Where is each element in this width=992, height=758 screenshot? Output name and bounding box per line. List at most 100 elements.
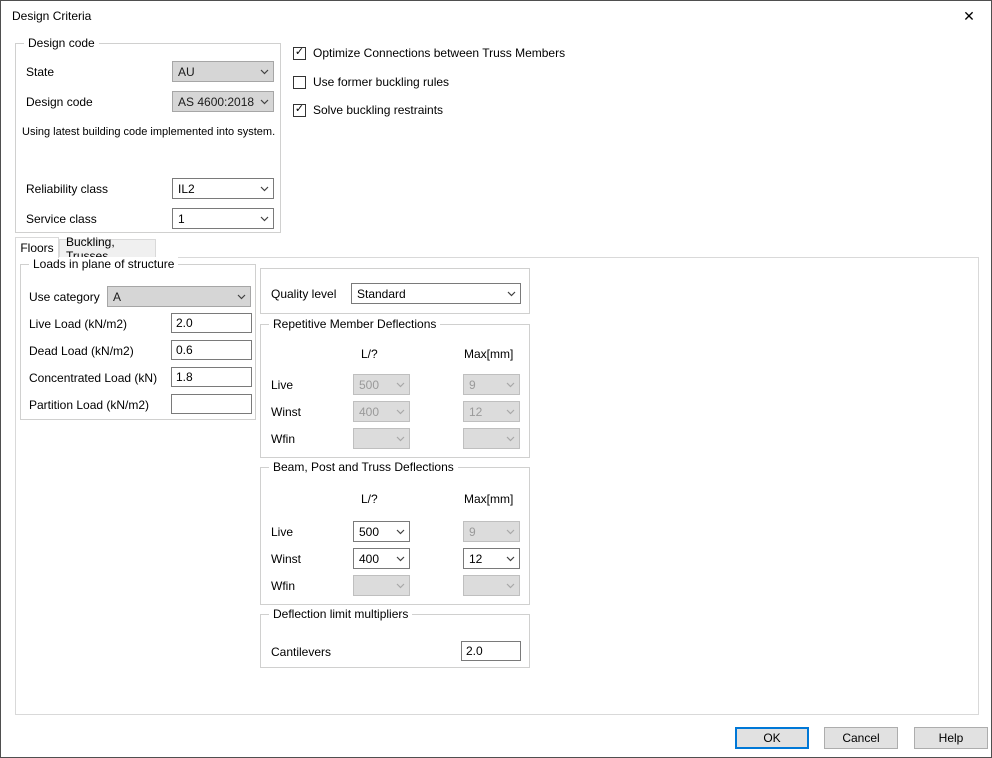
chevron-down-icon [502, 583, 519, 589]
beam-winst-l-value: 400 [354, 552, 392, 566]
chevron-down-icon [392, 556, 409, 562]
reliability-class-label: Reliability class [26, 182, 108, 196]
design-code-label: Design code [26, 95, 93, 109]
quality-level-value: Standard [352, 287, 503, 301]
beam-deflections-title: Beam, Post and Truss Deflections [269, 460, 458, 474]
chevron-down-icon [256, 69, 273, 75]
tab-floors[interactable]: Floors [15, 237, 59, 258]
chevron-down-icon [233, 294, 250, 300]
col-header-max: Max[mm] [464, 492, 513, 506]
chevron-down-icon [256, 216, 273, 222]
deflection-multipliers-title: Deflection limit multipliers [269, 607, 412, 621]
repetitive-wfin-l-select [353, 428, 410, 449]
beam-winst-l-select[interactable]: 400 [353, 548, 410, 569]
cancel-button[interactable]: Cancel [824, 727, 898, 749]
cantilevers-input[interactable] [461, 641, 521, 661]
chevron-down-icon [392, 436, 409, 442]
design-criteria-dialog: Design Criteria ✕ Design code State AU D… [0, 0, 992, 758]
dead-load-label: Dead Load (kN/m2) [29, 344, 134, 358]
window-title: Design Criteria [12, 9, 91, 23]
beam-wfin-max-select [463, 575, 520, 596]
checkmark-icon: ✓ [295, 104, 304, 115]
repetitive-live-l-select: 500 [353, 374, 410, 395]
use-category-label: Use category [29, 290, 100, 304]
quality-level-label: Quality level [271, 287, 336, 301]
concentrated-load-input[interactable] [171, 367, 252, 387]
chevron-down-icon [256, 186, 273, 192]
title-bar: Design Criteria ✕ [1, 1, 991, 31]
repetitive-deflections-group: Repetitive Member Deflections L/? Max[mm… [260, 324, 530, 458]
design-code-group: Design code State AU Design code AS 4600… [15, 43, 281, 233]
repetitive-winst-label: Winst [271, 405, 301, 419]
beam-wfin-l-select [353, 575, 410, 596]
deflection-multipliers-group: Deflection limit multipliers Cantilevers [260, 614, 530, 668]
floors-tab-pane: Loads in plane of structure Use category… [15, 257, 979, 715]
repetitive-live-max-value: 9 [464, 378, 502, 392]
cantilevers-label: Cantilevers [271, 645, 331, 659]
beam-winst-label: Winst [271, 552, 301, 566]
reliability-class-select[interactable]: IL2 [172, 178, 274, 199]
live-load-label: Live Load (kN/m2) [29, 317, 127, 331]
chevron-down-icon [502, 529, 519, 535]
former-buckling-rules-label: Use former buckling rules [313, 75, 449, 89]
chevron-down-icon [256, 99, 273, 105]
partition-load-input[interactable] [171, 394, 252, 414]
concentrated-load-label: Concentrated Load (kN) [29, 371, 157, 385]
state-select-value: AU [173, 65, 256, 79]
col-header-l: L/? [361, 347, 378, 361]
service-class-value: 1 [173, 212, 256, 226]
help-button[interactable]: Help [914, 727, 988, 749]
chevron-down-icon [392, 382, 409, 388]
repetitive-winst-l-value: 400 [354, 405, 392, 419]
solve-buckling-restraints-checkbox[interactable]: ✓ Solve buckling restraints [293, 102, 443, 118]
checkbox-icon: ✓ [293, 104, 306, 117]
dead-load-input[interactable] [171, 340, 252, 360]
use-category-select[interactable]: A [107, 286, 251, 307]
close-icon[interactable]: ✕ [955, 5, 983, 27]
repetitive-live-label: Live [271, 378, 293, 392]
chevron-down-icon [392, 583, 409, 589]
repetitive-winst-l-select: 400 [353, 401, 410, 422]
service-class-select[interactable]: 1 [172, 208, 274, 229]
former-buckling-rules-checkbox[interactable]: Use former buckling rules [293, 74, 449, 90]
solve-buckling-restraints-label: Solve buckling restraints [313, 103, 443, 117]
repetitive-wfin-label: Wfin [271, 432, 295, 446]
chevron-down-icon [392, 529, 409, 535]
loads-group-title: Loads in plane of structure [29, 257, 178, 271]
ok-button[interactable]: OK [735, 727, 809, 749]
repetitive-wfin-max-select [463, 428, 520, 449]
state-select: AU [172, 61, 274, 82]
repetitive-live-max-select: 9 [463, 374, 520, 395]
chevron-down-icon [502, 436, 519, 442]
design-code-group-title: Design code [24, 36, 99, 50]
quality-level-group: Quality level Standard [260, 268, 530, 314]
use-category-value: A [108, 290, 233, 304]
col-header-max: Max[mm] [464, 347, 513, 361]
beam-live-l-select[interactable]: 500 [353, 521, 410, 542]
beam-wfin-label: Wfin [271, 579, 295, 593]
optimize-connections-checkbox[interactable]: ✓ Optimize Connections between Truss Mem… [293, 45, 565, 61]
repetitive-winst-max-value: 12 [464, 405, 502, 419]
design-code-select-value: AS 4600:2018 [173, 95, 256, 109]
design-code-note: Using latest building code implemented i… [22, 126, 275, 138]
checkbox-icon [293, 76, 306, 89]
live-load-input[interactable] [171, 313, 252, 333]
chevron-down-icon [502, 409, 519, 415]
quality-level-select[interactable]: Standard [351, 283, 521, 304]
repetitive-winst-max-select: 12 [463, 401, 520, 422]
state-label: State [26, 65, 54, 79]
beam-winst-max-select[interactable]: 12 [463, 548, 520, 569]
col-header-l: L/? [361, 492, 378, 506]
chevron-down-icon [392, 409, 409, 415]
service-class-label: Service class [26, 212, 97, 226]
beam-live-max-select: 9 [463, 521, 520, 542]
beam-live-max-value: 9 [464, 525, 502, 539]
reliability-class-value: IL2 [173, 182, 256, 196]
checkbox-icon: ✓ [293, 47, 306, 60]
beam-live-label: Live [271, 525, 293, 539]
chevron-down-icon [503, 291, 520, 297]
tab-buckling-trusses[interactable]: Buckling, Trusses [59, 239, 156, 258]
chevron-down-icon [502, 556, 519, 562]
chevron-down-icon [502, 382, 519, 388]
repetitive-live-l-value: 500 [354, 378, 392, 392]
